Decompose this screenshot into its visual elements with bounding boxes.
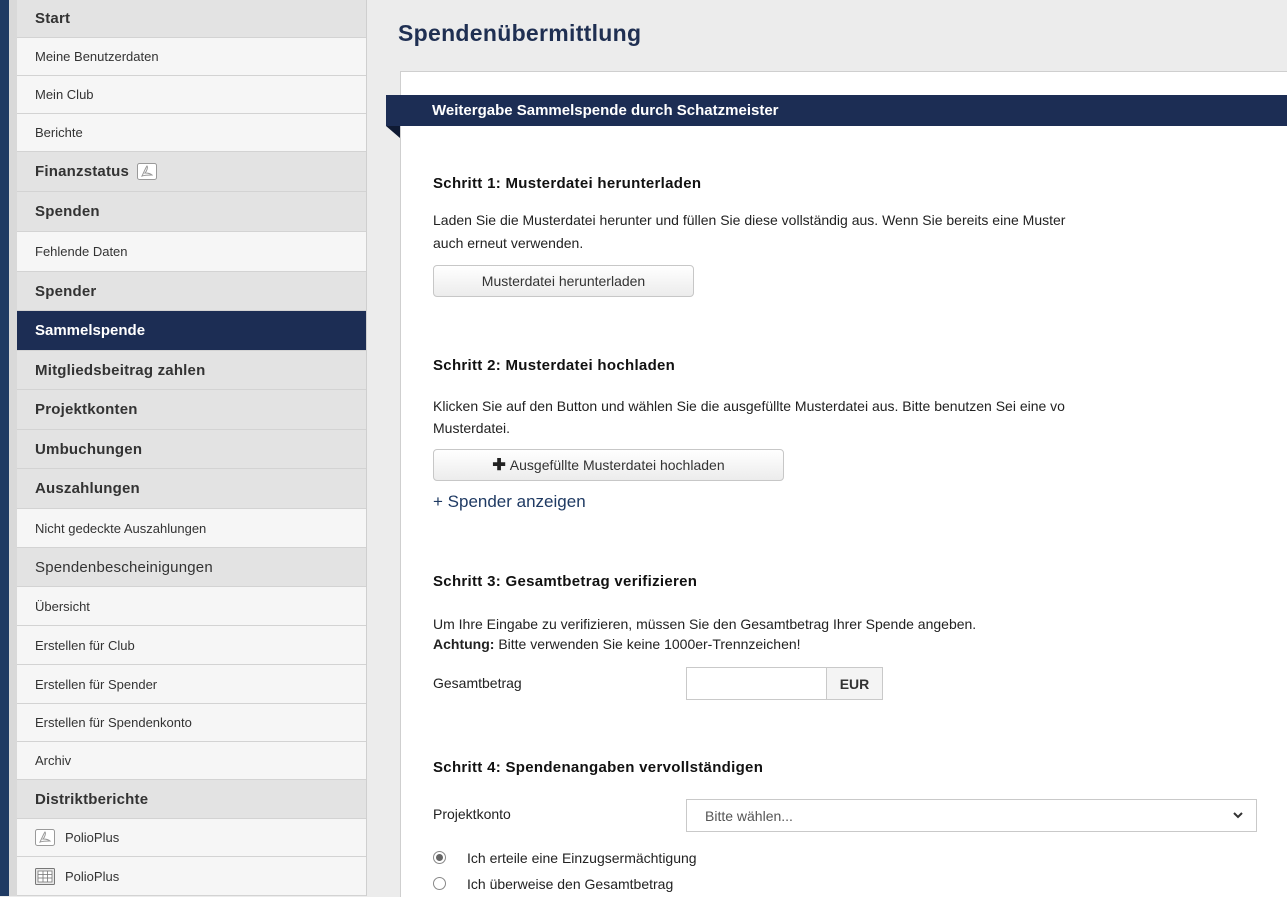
sidebar-item-polioplus-spreadsheet[interactable]: PolioPlus (17, 857, 366, 896)
project-label: Projektkonto (433, 806, 511, 822)
banner-fold (386, 126, 400, 138)
sidebar-item-erstellen-fuer-spender[interactable]: Erstellen für Spender (17, 665, 366, 704)
warning-label: Achtung: (433, 636, 495, 652)
sidebar-item-mitgliedsbeitrag-zahlen[interactable]: Mitgliedsbeitrag zahlen (17, 351, 366, 390)
radio-transfer[interactable] (433, 877, 446, 890)
sidebar-item-label: Fehlende Daten (35, 244, 128, 259)
plus-icon: ✚ (492, 457, 506, 474)
sidebar: Start Meine Benutzerdaten Mein Club Beri… (17, 0, 367, 896)
step3-text-line1: Um Ihre Eingabe zu verifizieren, müssen … (433, 616, 977, 632)
project-select-value: Bitte wählen... (705, 807, 793, 824)
step1-text-line2: auch erneut verwenden. (433, 235, 584, 251)
sidebar-item-projektkonten[interactable]: Projektkonten (17, 390, 366, 430)
sidebar-item-polioplus-pdf[interactable]: PolioPlus (17, 819, 366, 857)
sidebar-item-mein-club[interactable]: Mein Club (17, 76, 366, 114)
sidebar-item-label: Übersicht (35, 598, 90, 614)
pdf-icon (35, 829, 55, 846)
sidebar-item-label: Mein Club (35, 87, 94, 102)
left-edge-gutter (9, 0, 17, 896)
sidebar-item-start[interactable]: Start (17, 0, 366, 38)
step2-text-line1: Klicken Sie auf den Button und wählen Si… (433, 398, 1065, 414)
step1-title: Schritt 1: Musterdatei herunterladen (433, 175, 702, 192)
sidebar-item-distriktberichte: Distriktberichte (17, 780, 366, 819)
sidebar-item-berichte[interactable]: Berichte (17, 114, 366, 152)
sidebar-item-spenden[interactable]: Spenden (17, 192, 366, 232)
currency-addon: EUR (826, 667, 883, 700)
sidebar-item-label: Finanzstatus (35, 163, 130, 180)
sidebar-item-spender[interactable]: Spender (17, 272, 366, 311)
step4-title: Schritt 4: Spendenangaben vervollständig… (433, 759, 764, 776)
sidebar-item-finanzstatus[interactable]: Finanzstatus (17, 152, 366, 192)
download-template-button[interactable]: Musterdatei herunterladen (433, 265, 694, 297)
sidebar-item-nicht-gedeckte-auszahlungen[interactable]: Nicht gedeckte Auszahlungen (17, 509, 366, 548)
page-title: Spendenübermittlung (398, 20, 642, 46)
amount-label: Gesamtbetrag (433, 675, 522, 691)
show-donors-link[interactable]: + Spender anzeigen (433, 492, 586, 512)
project-select[interactable]: Bitte wählen... (686, 799, 1257, 832)
step2-text-line2: Musterdatei. (433, 420, 511, 436)
sidebar-item-auszahlungen[interactable]: Auszahlungen (17, 469, 366, 509)
spreadsheet-icon (35, 867, 55, 885)
sidebar-item-sammelspende[interactable]: Sammelspende (17, 311, 366, 351)
sidebar-item-spendenbescheinigungen[interactable]: Spendenbescheinigungen (17, 548, 366, 587)
sidebar-item-fehlende-daten[interactable]: Fehlende Daten (17, 232, 366, 272)
sidebar-item-uebersicht[interactable]: Übersicht (17, 587, 366, 626)
sidebar-item-erstellen-fuer-spendenkonto[interactable]: Erstellen für Spendenkonto (17, 704, 366, 742)
amount-input[interactable] (686, 667, 826, 700)
radio-direct-debit[interactable] (433, 851, 446, 864)
sidebar-item-label: Projektkonten (35, 401, 138, 418)
sidebar-item-label: Erstellen für Spendenkonto (35, 715, 192, 730)
sidebar-item-label: Spendenbescheinigungen (35, 558, 213, 576)
upload-template-label: Ausgefüllte Musterdatei hochladen (509, 457, 725, 473)
sidebar-item-label: Start (35, 10, 71, 27)
sidebar-item-label: Auszahlungen (35, 480, 140, 497)
radio-direct-debit-label: Ich erteile eine Einzugsermächtigung (467, 850, 697, 866)
sidebar-item-label: PolioPlus (65, 868, 120, 884)
sidebar-item-meine-benutzerdaten[interactable]: Meine Benutzerdaten (17, 38, 366, 76)
sidebar-item-umbuchungen[interactable]: Umbuchungen (17, 430, 366, 469)
sidebar-item-label: Spenden (35, 203, 100, 220)
sidebar-item-label: Erstellen für Spender (35, 676, 158, 692)
left-edge-bar (0, 0, 9, 896)
warning-text: Bitte verwenden Sie keine 1000er-Trennze… (494, 636, 801, 652)
sidebar-item-label: Distriktberichte (35, 790, 149, 808)
pdf-icon (137, 163, 158, 180)
sidebar-item-label: PolioPlus (65, 830, 120, 845)
step1-text-line1: Laden Sie die Musterdatei herunter und f… (433, 212, 1066, 228)
chevron-down-icon (1233, 812, 1243, 819)
step3-title: Schritt 3: Gesamtbetrag verifizieren (433, 573, 698, 590)
panel-title: Weitergabe Sammelspende durch Schatzmeis… (386, 95, 1287, 126)
radio-transfer-label: Ich überweise den Gesamtbetrag (467, 876, 674, 892)
sidebar-item-label: Erstellen für Club (35, 637, 135, 653)
sidebar-item-label: Umbuchungen (35, 440, 143, 458)
upload-template-button[interactable]: ✚ Ausgefüllte Musterdatei hochladen (433, 449, 784, 481)
sidebar-item-label: Mitgliedsbeitrag zahlen (35, 361, 206, 379)
sidebar-item-archiv[interactable]: Archiv (17, 742, 366, 780)
step3-warning: Achtung: Bitte verwenden Sie keine 1000e… (433, 636, 801, 653)
sidebar-item-label: Archiv (35, 753, 72, 768)
sidebar-item-label: Spender (35, 282, 97, 300)
sidebar-item-label: Nicht gedeckte Auszahlungen (35, 520, 207, 536)
sidebar-item-erstellen-fuer-club[interactable]: Erstellen für Club (17, 626, 366, 665)
step2-title: Schritt 2: Musterdatei hochladen (433, 357, 676, 374)
sidebar-item-label: Berichte (35, 125, 83, 140)
sidebar-item-label: Sammelspende (35, 322, 146, 339)
sidebar-item-label: Meine Benutzerdaten (35, 49, 159, 64)
